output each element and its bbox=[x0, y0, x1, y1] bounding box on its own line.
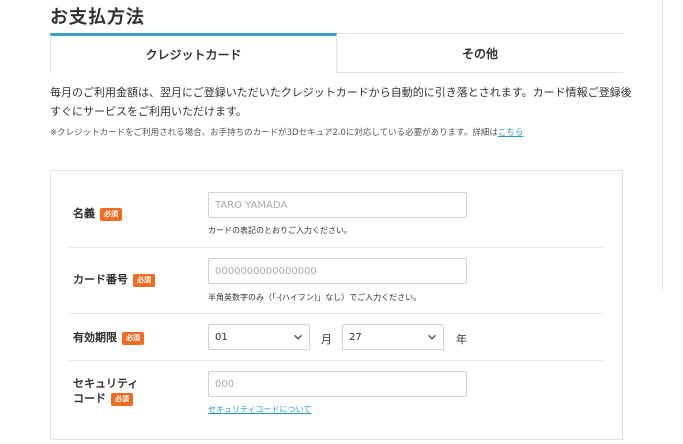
card-number-hint: 半角英数字のみ（「-(ハイフン)」なし）でご入力ください。 bbox=[208, 293, 422, 302]
chevron-down-icon bbox=[427, 332, 437, 342]
row-divider bbox=[69, 313, 603, 314]
chevron-down-icon bbox=[293, 332, 303, 342]
3d-secure-note: ※クレジットカードをご利用される場合、お手持ちのカードが3Dセキュア2.0に対応… bbox=[50, 126, 523, 138]
description-line-2: すぐにサービスをご利用いただけます。 bbox=[50, 105, 247, 118]
security-code-label-line2: コード bbox=[73, 392, 106, 405]
security-code-info-link[interactable]: セキュリティコードについて bbox=[208, 404, 311, 415]
expiry-year-select[interactable]: 27 bbox=[342, 324, 444, 350]
tab-other[interactable]: その他 bbox=[337, 33, 623, 72]
expiry-label: 有効期限 必須 bbox=[73, 331, 144, 345]
year-unit: 年 bbox=[456, 333, 467, 346]
expiry-month-select[interactable]: 01 bbox=[208, 324, 310, 350]
required-badge: 必須 bbox=[100, 207, 122, 221]
tab-credit-card[interactable]: クレジットカード bbox=[50, 33, 337, 73]
name-label: 名義 必須 bbox=[73, 207, 122, 221]
card-number-input[interactable]: 0000000000000000 bbox=[208, 258, 467, 284]
note-text: ※クレジットカードをご利用される場合、お手持ちのカードが3Dセキュア2.0に対応… bbox=[50, 128, 498, 138]
credit-card-form: 名義 必須 TARO YAMADA カードの表記のとおりご入力ください。 カード… bbox=[50, 170, 623, 440]
required-badge: 必須 bbox=[133, 273, 155, 287]
required-badge: 必須 bbox=[122, 331, 144, 345]
expiry-label-text: 有効期限 bbox=[73, 331, 117, 344]
row-divider bbox=[69, 247, 603, 248]
row-divider bbox=[69, 360, 603, 361]
right-rail-divider bbox=[662, 0, 663, 290]
card-number-label: カード番号 必須 bbox=[73, 273, 155, 287]
security-code-input[interactable]: 000 bbox=[208, 371, 467, 397]
payment-description: 毎月のご利用金額は、翌月にご登録いただいたクレジットカードから自動的に引き落とさ… bbox=[50, 83, 640, 121]
note-details-link[interactable]: こちら bbox=[498, 128, 524, 138]
required-badge: 必須 bbox=[111, 392, 133, 406]
security-code-label: セキュリティ コード 必須 bbox=[73, 377, 138, 406]
name-hint: カードの表記のとおりご入力ください。 bbox=[208, 226, 352, 235]
security-code-label-row2: コード 必須 bbox=[73, 392, 133, 406]
payment-method-tabs: クレジットカード その他 bbox=[50, 33, 623, 73]
month-unit: 月 bbox=[321, 333, 332, 346]
cardholder-name-input[interactable]: TARO YAMADA bbox=[208, 192, 467, 218]
expiry-year-value: 27 bbox=[349, 331, 362, 343]
page-title: お支払方法 bbox=[50, 7, 145, 28]
description-line-1: 毎月のご利用金額は、翌月にご登録いただいたクレジットカードから自動的に引き落とさ… bbox=[50, 86, 632, 99]
expiry-month-value: 01 bbox=[215, 331, 228, 343]
card-number-label-text: カード番号 bbox=[73, 273, 128, 286]
security-code-label-line1: セキュリティ bbox=[73, 377, 139, 390]
name-label-text: 名義 bbox=[73, 207, 95, 220]
